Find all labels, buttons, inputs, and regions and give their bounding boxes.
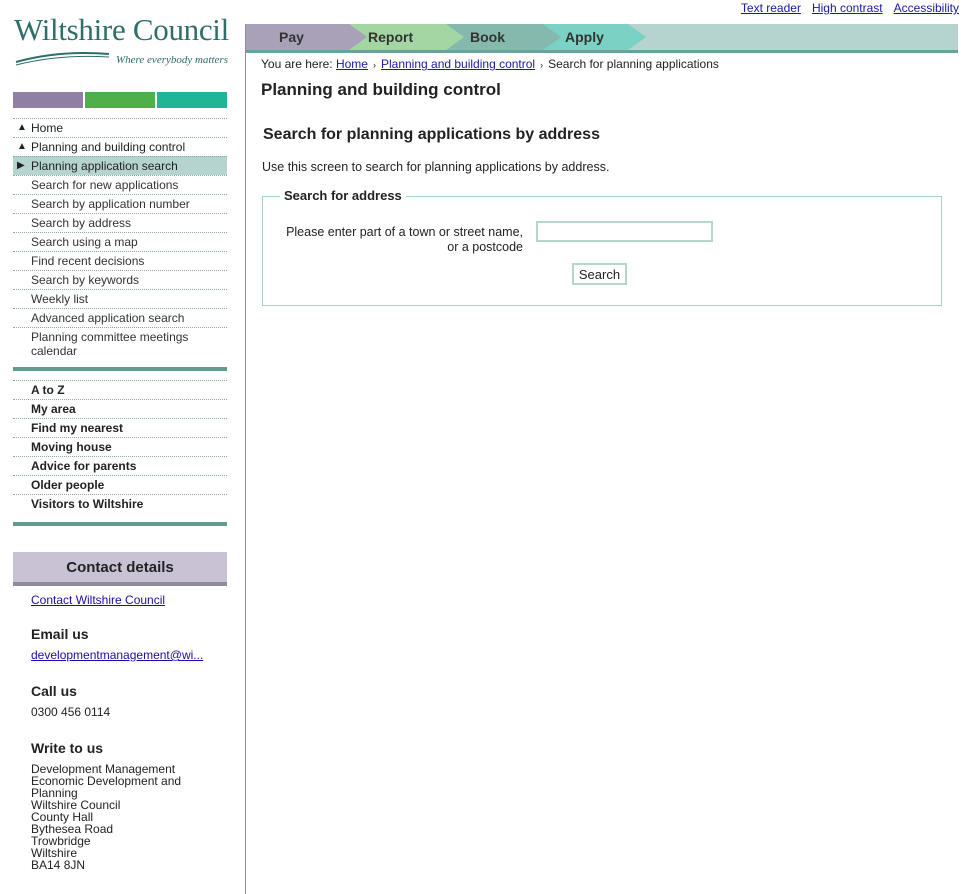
color-bar-teal (157, 92, 227, 108)
chevron-right-icon: › (372, 60, 376, 70)
logo-title: Wiltshire Council (14, 12, 229, 47)
quick-link-find-my-nearest[interactable]: Find my nearest (13, 418, 227, 437)
search-button[interactable]: Search (572, 263, 627, 285)
sidebar-item-weekly-list[interactable]: Weekly list (13, 289, 227, 308)
tab-report[interactable]: Report (368, 24, 413, 50)
sidebar-item-planning-application-search[interactable]: ▶ Planning application search (13, 156, 227, 175)
breadcrumb-planning[interactable]: Planning and building control (381, 57, 535, 71)
sidebar-item-advanced-search[interactable]: Advanced application search (13, 308, 227, 327)
quick-link-older-people[interactable]: Older people (13, 475, 227, 494)
up-arrow-icon: ▲ (17, 122, 27, 133)
quick-links: A to Z My area Find my nearest Moving ho… (13, 380, 227, 513)
breadcrumb: You are here: Home › Planning and building… (261, 57, 719, 71)
quick-link-advice-for-parents[interactable]: Advice for parents (13, 456, 227, 475)
council-logo[interactable]: Wiltshire Council Where everybody matter… (14, 12, 229, 74)
up-arrow-icon: ▲ (17, 141, 27, 152)
quick-link-moving-house[interactable]: Moving house (13, 437, 227, 456)
color-bar-purple (13, 92, 83, 108)
sidebar-item-new-applications[interactable]: Search for new applications (13, 175, 227, 194)
high-contrast-link[interactable]: High contrast (812, 1, 883, 15)
sidebar-item-map[interactable]: Search using a map (13, 232, 227, 251)
intro-text: Use this screen to search for planning a… (262, 160, 610, 174)
address-search-input[interactable] (536, 221, 713, 242)
action-tabs: Pay Report Book Apply (246, 24, 958, 50)
contact-details: Contact Wiltshire Council Email us devel… (31, 594, 231, 871)
tab-pay[interactable]: Pay (279, 24, 304, 50)
sidebar-nav: ▲ Home ▲ Planning and building control ▶ Pl… (13, 118, 227, 360)
accessibility-links: Text reader High contrast Accessibility (730, 1, 959, 15)
color-bars (13, 92, 227, 108)
sidebar-divider (13, 522, 227, 526)
sidebar-divider (13, 367, 227, 371)
tab-book[interactable]: Book (470, 24, 505, 50)
content-border (245, 24, 246, 894)
logo-swoosh-icon (15, 52, 110, 66)
quick-link-a-to-z[interactable]: A to Z (13, 380, 227, 399)
section-title: Search for planning applications by addr… (263, 126, 600, 143)
chevron-right-icon: › (540, 60, 544, 70)
right-arrow-icon: ▶ (17, 160, 25, 171)
sidebar-item-address[interactable]: Search by address (13, 213, 227, 232)
tab-apply[interactable]: Apply (565, 24, 604, 50)
tabs-underline (246, 50, 958, 53)
page-title: Planning and building control (261, 80, 501, 99)
breadcrumb-current: Search for planning applications (548, 57, 719, 71)
address-line: Economic Development and Planning (31, 774, 182, 800)
contact-divider (13, 582, 227, 586)
logo-tagline: Where everybody matters (116, 54, 228, 66)
sidebar-item-keywords[interactable]: Search by keywords (13, 270, 227, 289)
sidebar-item-recent-decisions[interactable]: Find recent decisions (13, 251, 227, 270)
address-label: Please enter part of a town or street na… (286, 225, 523, 254)
color-bar-green (85, 92, 155, 108)
email-link[interactable]: developmentmanagement@wi... (31, 648, 203, 662)
contact-heading: Contact details (13, 552, 227, 582)
sidebar-item-home[interactable]: ▲ Home (13, 118, 227, 137)
breadcrumb-home[interactable]: Home (336, 57, 368, 71)
sidebar-item-planning-building-control[interactable]: ▲ Planning and building control (13, 137, 227, 156)
accessibility-link[interactable]: Accessibility (894, 1, 959, 15)
phone-number: 0300 456 0114 (31, 705, 111, 719)
email-heading: Email us (31, 626, 89, 642)
fieldset-legend: Search for address (280, 188, 406, 203)
sidebar-item-application-number[interactable]: Search by application number (13, 194, 227, 213)
tab-pay-shape (246, 24, 367, 50)
write-heading: Write to us (31, 740, 104, 756)
quick-link-my-area[interactable]: My area (13, 399, 227, 418)
text-reader-link[interactable]: Text reader (741, 1, 801, 15)
contact-council-link[interactable]: Contact Wiltshire Council (31, 593, 165, 607)
sidebar-item-committee-calendar[interactable]: Planning committee meetings calendar (13, 327, 227, 360)
call-heading: Call us (31, 683, 77, 699)
quick-link-visitors[interactable]: Visitors to Wiltshire (13, 494, 227, 513)
address-line: BA14 8JN (31, 858, 86, 872)
